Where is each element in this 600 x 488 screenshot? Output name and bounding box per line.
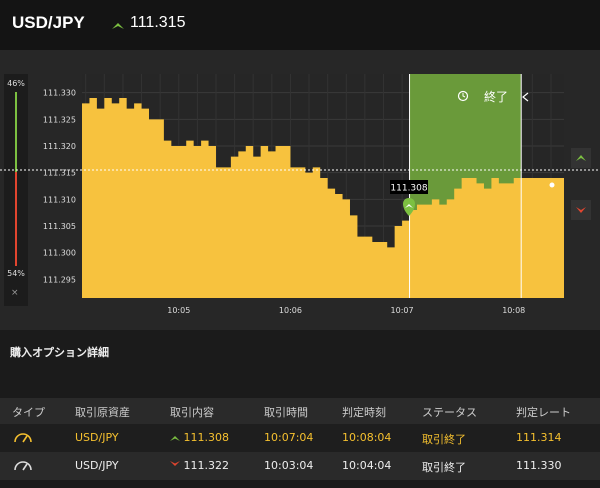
section-title: 購入オプション詳細 [10, 346, 109, 359]
options-table: タイプ 取引原資産 取引内容 取引時間 判定時刻 ステータス 判定レート USD… [0, 398, 600, 480]
judge-time: 10:04:04 [342, 459, 392, 472]
header-type: タイプ [12, 406, 45, 419]
trade-time: 10:07:04 [264, 431, 314, 444]
y-axis: 111.330 111.325 111.320 111.315 111.310 111.3… [43, 89, 76, 285]
trade-content: 111.308 [170, 431, 229, 444]
status: 取引終了 [422, 461, 466, 474]
y-tick-label: 111.300 [43, 249, 76, 258]
buy-up-button[interactable] [571, 148, 591, 168]
gauge-icon [12, 429, 34, 448]
down-arrow-icon [576, 207, 586, 213]
up-arrow-icon [576, 155, 586, 161]
table-row[interactable]: USD/JPY 111.322 10:03:04 10:04:04 取引終了 1… [0, 452, 600, 480]
end-label: 終了 [484, 89, 508, 104]
judge-rate: 111.314 [516, 431, 562, 444]
header-content: 取引内容 [170, 406, 214, 419]
price-tag-group: 111.308 [390, 180, 428, 194]
table-row[interactable]: USD/JPY 111.308 10:07:04 10:08:04 取引終了 1… [0, 424, 600, 452]
down-arrow-icon [170, 461, 180, 466]
y-tick-label: 111.295 [43, 275, 76, 284]
header-status: ステータス [422, 406, 477, 419]
trade-rate: 111.322 [183, 459, 230, 472]
x-tick-label: 10:06 [279, 306, 302, 315]
y-tick-label: 111.325 [43, 115, 76, 124]
trade-content: 111.322 [170, 459, 229, 472]
x-tick-label: 10:05 [167, 306, 190, 315]
y-tick-label: 111.320 [43, 142, 76, 151]
status: 取引終了 [422, 433, 466, 446]
x-axis: 10:05 10:06 10:07 10:08 [167, 306, 525, 315]
up-arrow-icon [170, 436, 180, 441]
trade-time: 10:03:04 [264, 459, 314, 472]
asset: USD/JPY [75, 431, 119, 444]
judge-time: 10:08:04 [342, 431, 392, 444]
header-judge-rate: 判定レート [516, 406, 571, 419]
asset: USD/JPY [75, 459, 119, 472]
gauge-icon [12, 457, 34, 476]
y-tick-label: 111.330 [43, 89, 76, 98]
price-chart: 111.330 111.325 111.320 111.315 111.310 111.3… [0, 74, 600, 315]
trade-rate: 111.308 [183, 431, 230, 444]
judge-rate: 111.330 [516, 459, 562, 472]
current-price-dot [549, 182, 555, 188]
buy-down-button[interactable] [571, 200, 591, 220]
price-tag-label: 111.308 [390, 184, 427, 194]
x-tick-label: 10:08 [502, 306, 525, 315]
table-header: タイプ 取引原資産 取引内容 取引時間 判定時刻 ステータス 判定レート [0, 398, 600, 424]
y-tick-label: 111.315 [43, 169, 76, 178]
header-trade-time: 取引時間 [264, 406, 308, 419]
y-tick-label: 111.310 [43, 195, 76, 204]
y-tick-label: 111.305 [43, 222, 76, 231]
header-judge-time: 判定時刻 [342, 406, 386, 419]
header-asset: 取引原資産 [75, 406, 130, 419]
x-tick-label: 10:07 [391, 306, 414, 315]
